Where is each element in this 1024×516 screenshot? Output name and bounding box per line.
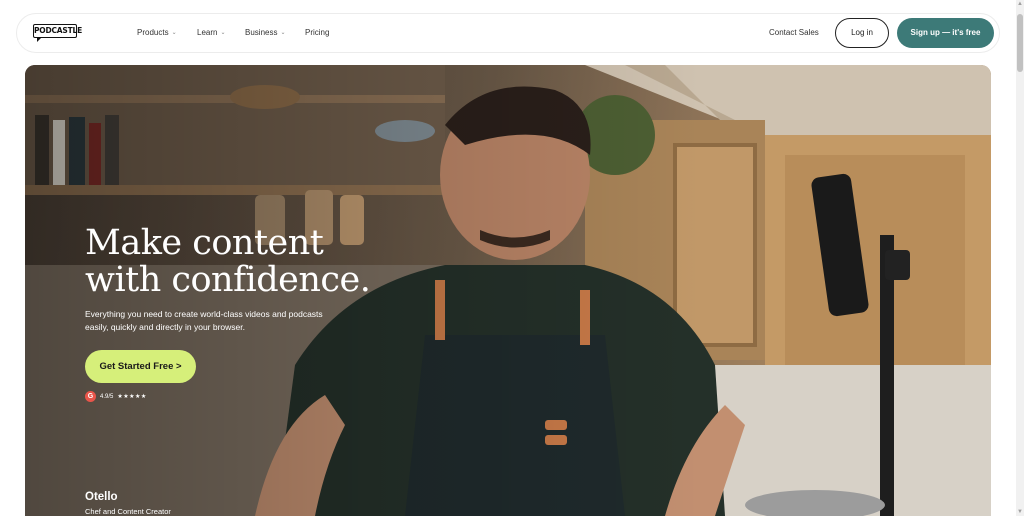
chevron-down-icon: ⌄: [220, 30, 226, 36]
page-scrollbar[interactable]: ▲ ▼: [1016, 0, 1024, 516]
featured-person-name: Otello: [85, 491, 118, 503]
podcastle-logo[interactable]: PODCASTLE: [33, 24, 82, 44]
nav-products-label: Products: [137, 28, 169, 37]
headline-line-1: Make content: [85, 223, 324, 263]
scrollbar-thumb[interactable]: [1017, 14, 1023, 72]
rating-score: 4.9/5: [100, 393, 114, 400]
nav-learn-label: Learn: [197, 28, 218, 37]
signup-button[interactable]: Sign up — it's free: [897, 18, 994, 48]
nav-products[interactable]: Products ⌄: [137, 28, 177, 37]
get-started-button[interactable]: Get Started Free >: [85, 350, 196, 383]
chevron-down-icon: ⌄: [280, 30, 286, 36]
rating-row: G 4.9/5 ★★★★★: [85, 391, 147, 402]
scroll-up-arrow-icon[interactable]: ▲: [1016, 0, 1024, 8]
nav-pricing[interactable]: Pricing: [305, 28, 329, 37]
headline-line-2: with confidence.: [85, 260, 371, 300]
featured-person-role: Chef and Content Creator: [85, 507, 171, 516]
chevron-down-icon: ⌄: [171, 30, 177, 36]
hero-banner: Make content with confidence. Everything…: [25, 65, 991, 516]
hero-headline: Make content with confidence.: [85, 225, 405, 299]
rating-stars: ★★★★★: [117, 394, 147, 400]
nav-business-label: Business: [245, 28, 278, 37]
logo-wordmark: PODCASTLE: [33, 24, 82, 38]
login-button[interactable]: Log in: [835, 18, 889, 48]
logo-speech-tail: [37, 37, 42, 42]
contact-sales-link[interactable]: Contact Sales: [769, 28, 819, 37]
hero-subtitle: Everything you need to create world-clas…: [85, 309, 323, 332]
g2-icon: G: [85, 391, 96, 402]
top-navbar: PODCASTLE Products ⌄ Learn ⌄ Business ⌄ …: [16, 13, 1000, 53]
nav-business[interactable]: Business ⌄: [245, 28, 286, 37]
nav-learn[interactable]: Learn ⌄: [197, 28, 226, 37]
scroll-down-arrow-icon[interactable]: ▼: [1016, 508, 1024, 516]
nav-pricing-label: Pricing: [305, 28, 330, 37]
